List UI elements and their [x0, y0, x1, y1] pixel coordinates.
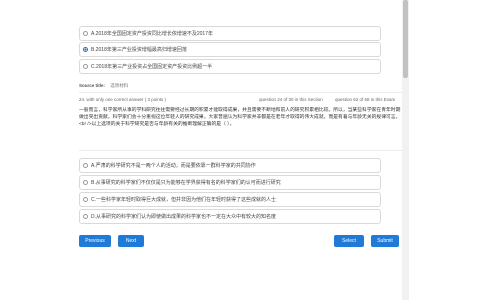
radio-button[interactable] — [83, 31, 88, 36]
radio-button[interactable] — [83, 163, 88, 168]
option-label: B.从事研究的科学家们不仅仅是只为能够在学界获得有名的科学家们的认可而进行研究 — [91, 180, 281, 186]
option-label: D.从事研究的科学家们认为即使做出成果的科学家也不一定在大众中有较大的知名度 — [91, 214, 277, 220]
question-type: 24. with only one correct answer ( 3 poi… — [79, 97, 167, 102]
option-a[interactable]: A.严肃的科学研究不是一两个人的活动，而是要依靠一群科学家的共同协作 — [79, 158, 381, 173]
option-label: B.2018年第三产业投资增幅最高归增速回落 — [91, 47, 187, 53]
source-label: Source title: — [79, 83, 106, 88]
option-label: A.严肃的科学研究不是一两个人的活动，而是要依靠一群科学家的共同协作 — [91, 163, 256, 169]
prev-option-b[interactable]: B.2018年第三产业投资增幅最高归增速回落 — [79, 42, 381, 57]
next-button[interactable]: Next — [118, 235, 144, 247]
divider — [79, 92, 404, 93]
previous-button[interactable]: Previous — [79, 235, 111, 247]
section-progress: question 24 of 30 in this Section — [259, 97, 323, 102]
option-c[interactable]: C.一些科学家年轻时取得巨大成就，但并非因为他们在年轻时获得了这些成就的人士 — [79, 192, 381, 207]
option-b[interactable]: B.从事研究的科学家们不仅仅是只为能够在学界获得有名的科学家们的认可而进行研究 — [79, 175, 381, 190]
divider — [79, 150, 404, 151]
prev-option-c[interactable]: C.2018年第三产业投资占全国固定资产投资比例超一半 — [79, 59, 381, 74]
radio-button[interactable] — [83, 64, 88, 69]
exam-panel: A.2018年全国固定资产投资同比增长依增速不及2017年 B.2018年第三产… — [73, 0, 404, 300]
option-d[interactable]: D.从事研究的科学家们认为即使做出成果的科学家也不一定在大众中有较大的知名度 — [79, 209, 381, 224]
prev-option-a[interactable]: A.2018年全国固定资产投资同比增长依增速不及2017年 — [79, 26, 381, 41]
radio-button-selected[interactable] — [83, 47, 88, 52]
radio-button[interactable] — [83, 197, 88, 202]
option-label: C.一些科学家年轻时取得巨大成就，但并非因为他们在年轻时获得了这些成就的人士 — [91, 197, 277, 203]
source-title: Source title: 选项材料 — [79, 83, 128, 89]
option-label: A.2018年全国固定资产投资同比增长依增速不及2017年 — [91, 31, 213, 37]
exam-progress: question 62 of 68 in this Exam — [335, 97, 396, 102]
scrollbar-thumb[interactable] — [403, 0, 408, 78]
radio-button[interactable] — [83, 180, 88, 185]
option-label: C.2018年第三产业投资占全国固定资产投资比例超一半 — [91, 64, 213, 70]
select-button[interactable]: Select — [334, 235, 364, 247]
submit-button[interactable]: Submit — [371, 235, 399, 247]
question-text: 一般而言，科学家所从事的学科研究往往需要经过长期的积累才能取得成果，并且需要不断… — [79, 108, 401, 127]
source-value: 选项材料 — [110, 83, 129, 88]
radio-button[interactable] — [83, 214, 88, 219]
